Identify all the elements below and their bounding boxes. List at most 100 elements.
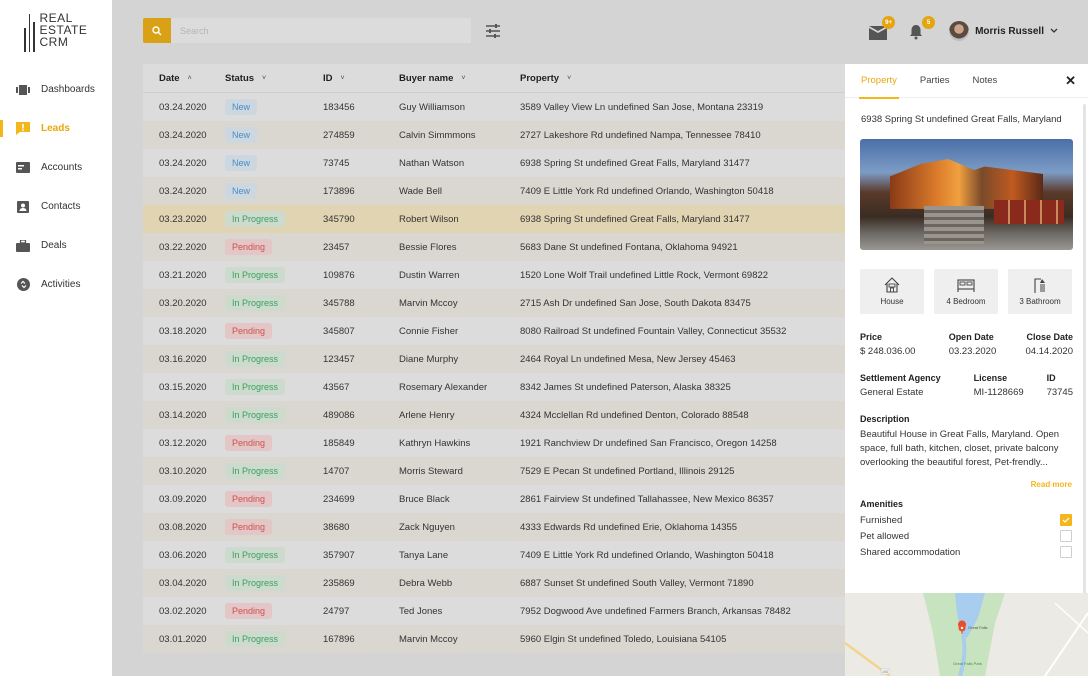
table-row[interactable]: 03.12.2020 Pending 185849 Kathryn Hawkins 19…: [143, 429, 845, 457]
sidebar-item-dashboards[interactable]: Dashboards: [0, 70, 112, 109]
cell-buyer-name: Zack Nguyen: [399, 521, 455, 533]
sidebar-item-label: Contacts: [41, 201, 81, 212]
cell-id: 183456: [323, 101, 355, 113]
status-badge: Pending: [225, 603, 273, 619]
agency-row: Settlement Agency General Estate License…: [845, 373, 1088, 398]
table-row[interactable]: 03.22.2020 Pending 23457 Bessie Flores 5683 …: [143, 233, 845, 261]
sidebar-item-deals[interactable]: Deals: [0, 226, 112, 265]
description-title: Description: [860, 414, 910, 424]
tab-property[interactable]: Property: [859, 64, 899, 99]
cell-property: 7952 Dogwood Ave undefined Farmers Branc…: [520, 605, 791, 617]
bed-icon: [957, 279, 975, 292]
sidebar-item-label: Activities: [41, 279, 81, 290]
table-row[interactable]: 03.24.2020 New 73745 Nathan Watson 6938 Spri…: [143, 149, 845, 177]
chevron-down-icon[interactable]: [1050, 28, 1058, 34]
table-row[interactable]: 03.09.2020 Pending 234699 Bruce Black 2861 F…: [143, 485, 845, 513]
panel-scrollbar[interactable]: [1083, 104, 1086, 604]
cell-id: 73745: [323, 157, 350, 169]
cell-buyer-name: Bruce Black: [399, 493, 450, 505]
sidebar-item-activities[interactable]: Activities: [0, 265, 112, 304]
cell-status: In Progress: [225, 547, 323, 563]
table-row[interactable]: 03.24.2020 New 274859 Calvin Simmmons 2727 L…: [143, 121, 845, 149]
table-row[interactable]: 03.24.2020 New 183456 Guy Williamson 3589 Va…: [143, 93, 845, 121]
cell-date: 03.21.2020: [159, 269, 207, 281]
table-row[interactable]: 03.16.2020 In Progress 123457 Diane Murphy 2…: [143, 345, 845, 373]
table-row[interactable]: 03.08.2020 Pending 38680 Zack Nguyen 4333 Ed…: [143, 513, 845, 541]
table-row[interactable]: 03.02.2020 Pending 24797 Ted Jones 7952 Dogw…: [143, 597, 845, 625]
status-badge: In Progress: [225, 295, 286, 311]
column-header-status[interactable]: Status ˅: [225, 73, 323, 84]
shared-accommodation-checkbox[interactable]: [1060, 546, 1072, 558]
status-badge: In Progress: [225, 575, 286, 591]
settlement-agency-value: General Estate: [860, 387, 924, 398]
property-map[interactable]: Great Falls Great Falls Park 193: [845, 593, 1088, 676]
avatar[interactable]: [949, 21, 970, 41]
table-row[interactable]: 03.24.2020 New 173896 Wade Bell 7409 E Littl…: [143, 177, 845, 205]
user-name[interactable]: Morris Russell: [975, 26, 1044, 37]
property-photo[interactable]: [860, 139, 1073, 250]
pet-allowed-checkbox[interactable]: [1060, 530, 1072, 542]
table-row[interactable]: 03.18.2020 Pending 345807 Connie Fisher 8080…: [143, 317, 845, 345]
cell-date: 03.09.2020: [159, 493, 207, 505]
tab-parties[interactable]: Parties: [920, 64, 950, 98]
table-row[interactable]: 03.06.2020 In Progress 357907 Tanya Lane 740…: [143, 541, 845, 569]
cell-property: 4324 Mcclellan Rd undefined Denton, Colo…: [520, 409, 749, 421]
notifications-button[interactable]: 5: [909, 16, 936, 40]
column-header-date[interactable]: Date ˄: [143, 73, 225, 84]
cell-buyer-name: Connie Fisher: [399, 325, 459, 337]
chevron-down-icon: ˅: [340, 74, 345, 82]
check-icon: [1062, 517, 1070, 523]
cell-status: In Progress: [225, 267, 323, 283]
app-logo[interactable]: REAL ESTATE CRM: [24, 12, 87, 52]
column-header-id[interactable]: ID ˅: [323, 73, 399, 84]
feature-house: House: [860, 269, 924, 314]
cell-buyer-name: Dustin Warren: [399, 269, 460, 281]
cell-id: 43567: [323, 381, 350, 393]
status-badge: In Progress: [225, 267, 286, 283]
column-header-buyer-name[interactable]: Buyer name ˅: [399, 73, 520, 84]
table-row[interactable]: 03.04.2020 In Progress 235869 Debra Webb 688…: [143, 569, 845, 597]
mail-button[interactable]: 9+: [869, 16, 896, 40]
tab-notes[interactable]: Notes: [972, 64, 997, 98]
cell-buyer-name: Kathryn Hawkins: [399, 437, 471, 449]
cell-buyer-name: Nathan Watson: [399, 157, 465, 169]
search-bar: [143, 18, 471, 43]
cell-date: 03.15.2020: [159, 381, 207, 393]
table-row[interactable]: 03.21.2020 In Progress 109876 Dustin Warren…: [143, 261, 845, 289]
sort-asc-icon: ˄: [187, 74, 192, 82]
cell-id: 345807: [323, 325, 355, 337]
status-badge: Pending: [225, 239, 273, 255]
filter-settings-button[interactable]: [484, 23, 502, 39]
cell-property: 1520 Lone Wolf Trail undefined Little Ro…: [520, 269, 769, 281]
table-row[interactable]: 03.23.2020 In Progress 345790 Robert Wilson…: [143, 205, 845, 233]
cell-date: 03.12.2020: [159, 437, 207, 449]
table-row[interactable]: 03.15.2020 In Progress 43567 Rosemary Alexa…: [143, 373, 845, 401]
table-row[interactable]: 03.10.2020 In Progress 14707 Morris Steward…: [143, 457, 845, 485]
cell-status: Pending: [225, 519, 323, 535]
cell-status: In Progress: [225, 351, 323, 367]
table-row[interactable]: 03.14.2020 In Progress 489086 Arlene Henry 4…: [143, 401, 845, 429]
cell-property: 2861 Fairview St undefined Tallahassee, …: [520, 493, 774, 505]
furnished-checkbox[interactable]: [1060, 514, 1072, 526]
search-icon: [152, 25, 162, 35]
user-toolbar: 9+ 5 Morris Russell: [869, 16, 1058, 44]
read-more-link[interactable]: Read more: [845, 480, 1088, 489]
sidebar-item-leads[interactable]: Leads: [0, 109, 112, 148]
sidebar-item-accounts[interactable]: Accounts: [0, 148, 112, 187]
close-icon[interactable]: ✕: [1065, 74, 1076, 87]
cell-id: 167896: [323, 633, 355, 645]
logo-mark-icon: [24, 14, 35, 52]
search-button[interactable]: [143, 18, 171, 43]
cell-property: 7409 E Little York Rd undefined Orlando,…: [520, 549, 774, 561]
table-row[interactable]: 03.01.2020 In Progress 167896 Marvin Mccoy 5…: [143, 625, 845, 653]
cell-buyer-name: Calvin Simmmons: [399, 129, 476, 141]
search-input[interactable]: [171, 18, 471, 43]
table-row[interactable]: 03.20.2020 In Progress 345788 Marvin Mccoy 2…: [143, 289, 845, 317]
price-field: Price $ 248.036.00: [860, 332, 916, 357]
column-header-property[interactable]: Property ˅: [520, 73, 845, 84]
sidebar-item-contacts[interactable]: Contacts: [0, 187, 112, 226]
notifications-count-badge: 5: [922, 16, 936, 29]
bell-icon: [910, 25, 923, 40]
cell-id: 235869: [323, 577, 355, 589]
status-badge: Pending: [225, 491, 273, 507]
